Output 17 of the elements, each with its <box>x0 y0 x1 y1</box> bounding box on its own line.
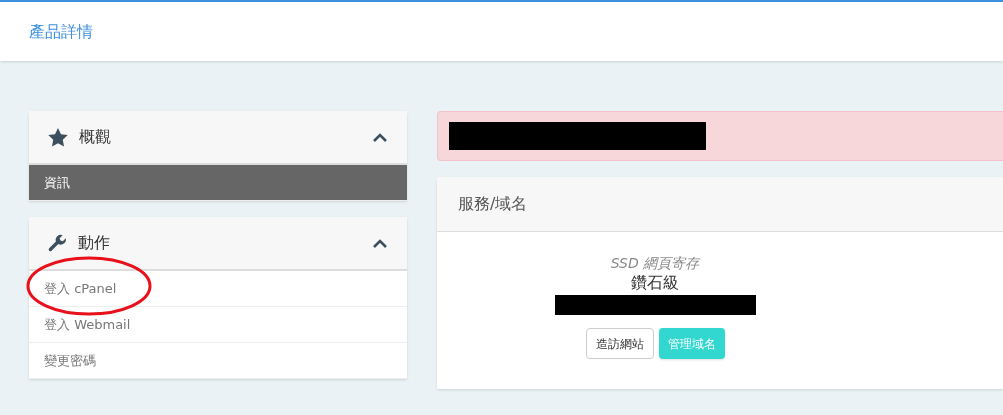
sidebar-item[interactable]: 登入 Webmail <box>29 307 407 343</box>
panel-title: 動作 <box>78 232 111 254</box>
panel-title: 概觀 <box>79 126 112 148</box>
star-icon <box>48 127 68 147</box>
sidebar-item[interactable]: 登入 cPanel <box>29 271 407 307</box>
product-name: 鑽石級 <box>631 272 679 294</box>
chevron-up-icon[interactable] <box>372 237 388 249</box>
panel-title: 服務/域名 <box>458 193 528 215</box>
wrench-icon <box>48 233 67 253</box>
panel-header[interactable]: 概觀 <box>29 111 407 165</box>
sidebar-item[interactable]: 變更密碼 <box>29 343 407 379</box>
visit-site-button[interactable]: 造訪網站 <box>585 328 654 359</box>
page-title: 產品詳情 <box>29 20 93 43</box>
sidebar-item[interactable]: 資訊 <box>29 165 407 201</box>
product-group: SSD 網頁寄存 <box>610 254 700 272</box>
chevron-up-icon[interactable] <box>372 131 388 143</box>
panel-header[interactable]: 動作 <box>29 217 407 271</box>
